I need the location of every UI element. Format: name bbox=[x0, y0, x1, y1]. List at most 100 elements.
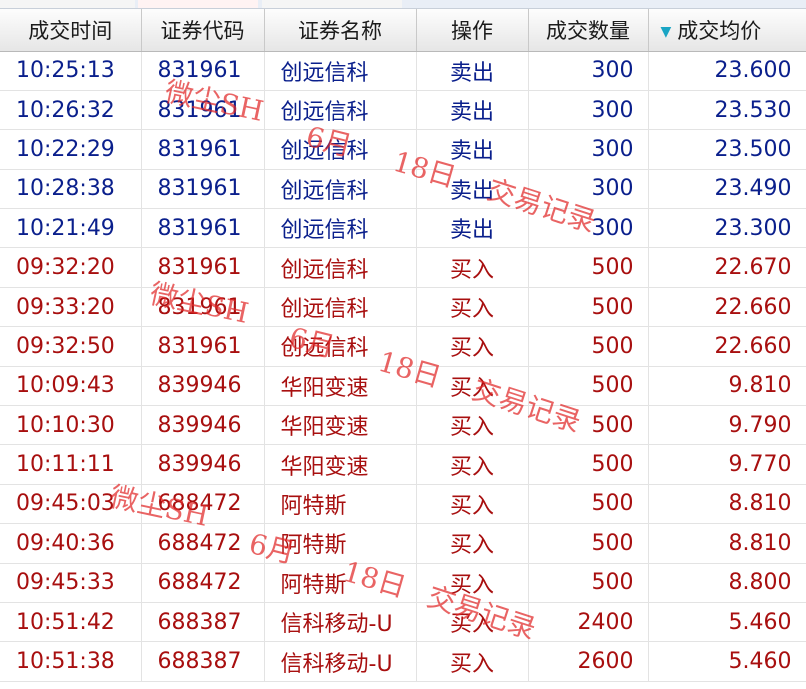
cell-average-price: 23.300 bbox=[648, 208, 806, 249]
column-header-trade-time[interactable]: 成交时间 bbox=[0, 9, 142, 52]
toolbar-tabs-strip bbox=[0, 0, 806, 9]
tab-stub-1[interactable] bbox=[0, 0, 135, 8]
column-header-label: 证券代码 bbox=[160, 18, 245, 43]
cell-security-code: 831961 bbox=[141, 129, 265, 170]
cell-security-name: 信科移动-U bbox=[264, 602, 417, 643]
cell-trade-time: 10:09:43 bbox=[0, 366, 142, 407]
table-row[interactable]: 09:32:20 831961 创远信科 买入 500 22.670 bbox=[0, 247, 806, 288]
cell-operation: 卖出 bbox=[416, 51, 529, 91]
cell-security-code: 831961 bbox=[141, 51, 265, 91]
table-row[interactable]: 09:45:33 688472 阿特斯 买入 500 8.800 bbox=[0, 563, 806, 603]
cell-trade-quantity: 300 bbox=[528, 129, 649, 170]
sort-descending-icon: ▼ bbox=[660, 23, 672, 40]
column-header-label: 成交均价 bbox=[677, 18, 762, 43]
cell-security-name: 华阳变速 bbox=[264, 405, 417, 446]
cell-trade-time: 10:22:29 bbox=[0, 129, 142, 170]
table-row[interactable]: 10:51:38 688387 信科移动-U 买入 2600 5.460 bbox=[0, 641, 806, 682]
cell-trade-quantity: 500 bbox=[528, 366, 649, 407]
cell-security-code: 688472 bbox=[141, 523, 265, 564]
cell-operation: 买入 bbox=[416, 247, 529, 288]
cell-operation: 买入 bbox=[416, 405, 529, 446]
cell-average-price: 22.660 bbox=[648, 326, 806, 367]
column-header-trade-quantity[interactable]: 成交数量 bbox=[528, 9, 649, 52]
cell-operation: 买入 bbox=[416, 366, 529, 407]
cell-security-name: 阿特斯 bbox=[264, 563, 417, 603]
cell-trade-time: 10:10:30 bbox=[0, 405, 142, 446]
cell-average-price: 23.490 bbox=[648, 169, 806, 210]
cell-trade-quantity: 300 bbox=[528, 90, 649, 131]
column-header-label: 操作 bbox=[451, 18, 493, 43]
table-row[interactable]: 09:40:36 688472 阿特斯 买入 500 8.810 bbox=[0, 523, 806, 564]
cell-security-name: 创远信科 bbox=[264, 326, 417, 367]
table-row[interactable]: 10:26:32 831961 创远信科 卖出 300 23.530 bbox=[0, 90, 806, 131]
cell-operation: 买入 bbox=[416, 326, 529, 367]
cell-trade-quantity: 500 bbox=[528, 444, 649, 485]
cell-average-price: 9.790 bbox=[648, 405, 806, 446]
cell-average-price: 23.500 bbox=[648, 129, 806, 170]
cell-average-price: 23.530 bbox=[648, 90, 806, 131]
cell-security-name: 创远信科 bbox=[264, 247, 417, 288]
cell-average-price: 5.460 bbox=[648, 641, 806, 682]
cell-security-name: 阿特斯 bbox=[264, 484, 417, 525]
cell-security-code: 831961 bbox=[141, 169, 265, 210]
table-row[interactable]: 10:22:29 831961 创远信科 卖出 300 23.500 bbox=[0, 129, 806, 170]
cell-operation: 卖出 bbox=[416, 169, 529, 210]
cell-security-code: 839946 bbox=[141, 405, 265, 446]
cell-trade-time: 09:45:33 bbox=[0, 563, 142, 603]
table-row[interactable]: 10:10:30 839946 华阳变速 买入 500 9.790 bbox=[0, 405, 806, 446]
table-row[interactable]: 10:09:43 839946 华阳变速 买入 500 9.810 bbox=[0, 366, 806, 407]
table-row[interactable]: 10:25:13 831961 创远信科 卖出 300 23.600 bbox=[0, 51, 806, 91]
table-row[interactable]: 09:32:50 831961 创远信科 买入 500 22.660 bbox=[0, 326, 806, 367]
cell-operation: 买入 bbox=[416, 641, 529, 682]
cell-operation: 买入 bbox=[416, 444, 529, 485]
cell-trade-quantity: 500 bbox=[528, 247, 649, 288]
cell-operation: 买入 bbox=[416, 287, 529, 328]
cell-average-price: 22.660 bbox=[648, 287, 806, 328]
tab-stub-3[interactable] bbox=[262, 0, 402, 8]
table-row[interactable]: 09:45:03 688472 阿特斯 买入 500 8.810 bbox=[0, 484, 806, 525]
cell-security-code: 688472 bbox=[141, 484, 265, 525]
cell-security-name: 创远信科 bbox=[264, 287, 417, 328]
cell-average-price: 9.810 bbox=[648, 366, 806, 407]
cell-operation: 卖出 bbox=[416, 90, 529, 131]
trade-records-table: 成交时间 证券代码 证券名称 操作 成交数量 ▼ 成交均价 10:25:13 831… bbox=[0, 9, 806, 682]
column-header-operation[interactable]: 操作 bbox=[416, 9, 529, 52]
cell-security-name: 创远信科 bbox=[264, 90, 417, 131]
cell-trade-time: 10:21:49 bbox=[0, 208, 142, 249]
cell-security-name: 创远信科 bbox=[264, 51, 417, 91]
cell-security-code: 831961 bbox=[141, 287, 265, 328]
table-row[interactable]: 10:11:11 839946 华阳变速 买入 500 9.770 bbox=[0, 444, 806, 485]
cell-security-name: 阿特斯 bbox=[264, 523, 417, 564]
cell-trade-quantity: 2400 bbox=[528, 602, 649, 643]
cell-trade-time: 10:26:32 bbox=[0, 90, 142, 131]
column-header-average-price[interactable]: ▼ 成交均价 bbox=[648, 9, 806, 52]
cell-security-code: 688387 bbox=[141, 641, 265, 682]
tab-stub-2[interactable] bbox=[138, 0, 258, 8]
table-row[interactable]: 09:33:20 831961 创远信科 买入 500 22.660 bbox=[0, 287, 806, 328]
cell-operation: 买入 bbox=[416, 523, 529, 564]
column-header-label: 证券名称 bbox=[298, 18, 382, 43]
cell-security-code: 839946 bbox=[141, 366, 265, 407]
cell-trade-quantity: 300 bbox=[528, 208, 649, 249]
cell-security-code: 831961 bbox=[141, 247, 265, 288]
cell-security-name: 华阳变速 bbox=[264, 366, 417, 407]
cell-trade-time: 10:51:38 bbox=[0, 641, 142, 682]
column-header-security-code[interactable]: 证券代码 bbox=[141, 9, 265, 52]
column-header-label: 成交时间 bbox=[28, 18, 113, 43]
table-row[interactable]: 10:28:38 831961 创远信科 卖出 300 23.490 bbox=[0, 169, 806, 210]
cell-trade-quantity: 2600 bbox=[528, 641, 649, 682]
table-row[interactable]: 10:51:42 688387 信科移动-U 买入 2400 5.460 bbox=[0, 602, 806, 643]
cell-security-name: 创远信科 bbox=[264, 169, 417, 210]
cell-trade-time: 09:32:20 bbox=[0, 247, 142, 288]
table-row[interactable]: 10:21:49 831961 创远信科 卖出 300 23.300 bbox=[0, 208, 806, 249]
cell-trade-time: 10:11:11 bbox=[0, 444, 142, 485]
cell-trade-quantity: 500 bbox=[528, 326, 649, 367]
cell-trade-quantity: 300 bbox=[528, 51, 649, 91]
cell-trade-quantity: 500 bbox=[528, 563, 649, 603]
cell-average-price: 9.770 bbox=[648, 444, 806, 485]
cell-security-code: 831961 bbox=[141, 208, 265, 249]
cell-average-price: 22.670 bbox=[648, 247, 806, 288]
cell-security-name: 华阳变速 bbox=[264, 444, 417, 485]
column-header-security-name[interactable]: 证券名称 bbox=[264, 9, 417, 52]
cell-average-price: 5.460 bbox=[648, 602, 806, 643]
